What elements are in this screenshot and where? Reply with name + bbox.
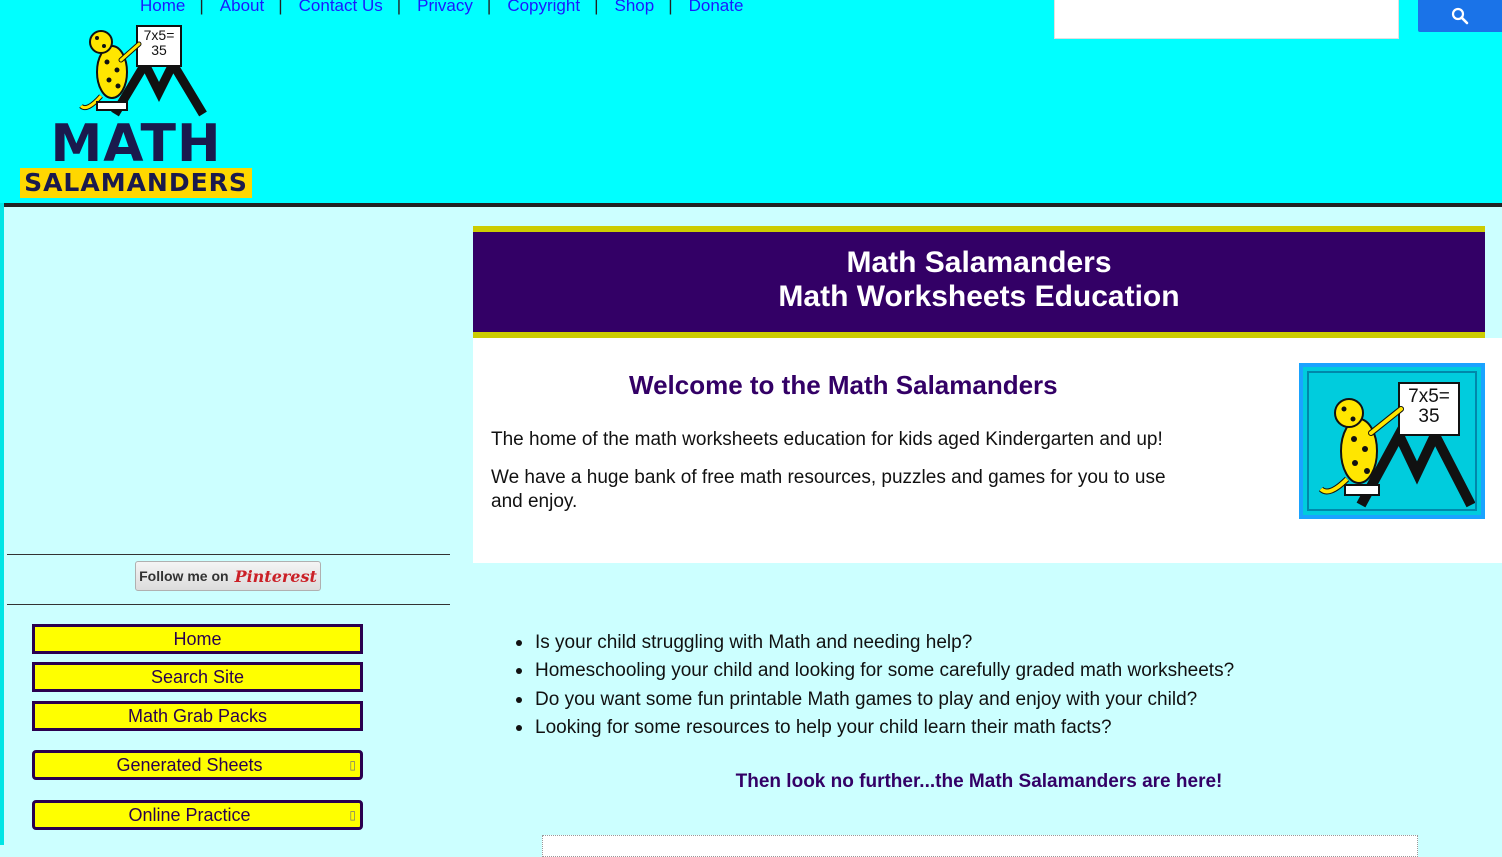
content-box bbox=[542, 835, 1418, 857]
image-board-text: 7x5= 35 bbox=[1408, 386, 1450, 427]
logo-title-salamanders: SALAMANDERS bbox=[20, 168, 252, 198]
list-item: Do you want some fun printable Math game… bbox=[515, 687, 1234, 715]
tagline: Then look no further...the Math Salamand… bbox=[735, 771, 1223, 792]
nav-link-copyright[interactable]: Copyright bbox=[507, 0, 580, 15]
nav-link-donate[interactable]: Donate bbox=[689, 0, 744, 15]
submenu-indicator-icon: ▯ bbox=[349, 808, 356, 822]
welcome-paragraph: We have a huge bank of free math resourc… bbox=[491, 467, 1166, 512]
nav-separator: | bbox=[594, 0, 599, 15]
pinterest-follow-button[interactable]: Follow me on Pinterest bbox=[135, 561, 321, 591]
logo-board-text: 7x5= 35 bbox=[143, 27, 175, 58]
nav-link-privacy[interactable]: Privacy bbox=[417, 0, 473, 15]
page-banner: Math Salamanders Math Worksheets Educati… bbox=[473, 226, 1485, 338]
list-item: Looking for some resources to help your … bbox=[515, 715, 1234, 743]
logo-title-math: MATH bbox=[50, 114, 222, 174]
banner-subtitle: Math Worksheets Education bbox=[778, 280, 1180, 313]
nav-separator: | bbox=[668, 0, 673, 15]
sidebar-item-online-practice[interactable]: Online Practice ▯ bbox=[32, 800, 363, 830]
nav-link-home[interactable]: Home bbox=[140, 0, 185, 15]
nav-link-contact-us[interactable]: Contact Us bbox=[299, 0, 383, 15]
pinterest-brand: Pinterest bbox=[234, 566, 317, 586]
site-header: Home | About | Contact Us | Privacy | Copyright |… bbox=[0, 0, 1502, 204]
nav-link-shop[interactable]: Shop bbox=[615, 0, 655, 15]
nav-separator: | bbox=[199, 0, 204, 15]
list-item: Homeschooling your child and looking for… bbox=[515, 658, 1234, 686]
top-nav: Home | About | Contact Us | Privacy | Copyright |… bbox=[140, 0, 743, 16]
sidebar-item-label: Online Practice bbox=[128, 805, 251, 825]
search-button[interactable] bbox=[1418, 0, 1502, 32]
banner-title: Math Salamanders bbox=[846, 246, 1112, 279]
salamander-image: 7x5= 35 bbox=[1299, 363, 1485, 519]
welcome-heading: Welcome to the Math Salamanders bbox=[629, 370, 1058, 400]
welcome-section: Welcome to the Math Salamanders The home… bbox=[473, 338, 1502, 563]
sidebar-item-search-site[interactable]: Search Site bbox=[32, 662, 363, 692]
list-item: Is your child struggling with Math and n… bbox=[515, 630, 1234, 658]
sidebar-item-label: Home bbox=[173, 629, 222, 649]
submenu-indicator-icon: ▯ bbox=[349, 758, 356, 772]
sidebar-item-label: Search Site bbox=[150, 667, 245, 687]
pinterest-label: Follow me on bbox=[139, 568, 229, 584]
nav-link-about[interactable]: About bbox=[220, 0, 264, 15]
sidebar-item-label: Math Grab Packs bbox=[127, 706, 268, 726]
question-list: Is your child struggling with Math and n… bbox=[515, 630, 1234, 743]
sidebar-item-generated-sheets[interactable]: Generated Sheets ▯ bbox=[32, 750, 363, 780]
site-logo[interactable]: 7x5= 35 MATH SALAMANDERS bbox=[17, 22, 255, 204]
nav-separator: | bbox=[486, 0, 492, 15]
search-icon bbox=[1451, 7, 1469, 25]
search-input[interactable] bbox=[1054, 0, 1399, 39]
nav-separator: | bbox=[278, 0, 283, 15]
sidebar-divider bbox=[7, 604, 450, 605]
nav-separator: | bbox=[396, 0, 402, 15]
sidebar-item-label: Generated Sheets bbox=[116, 755, 263, 775]
sidebar-divider bbox=[7, 554, 450, 555]
sidebar-item-math-grab-packs[interactable]: Math Grab Packs bbox=[32, 701, 363, 731]
sidebar-item-home[interactable]: Home bbox=[32, 624, 363, 654]
welcome-paragraph: The home of the math worksheets educatio… bbox=[491, 429, 1163, 450]
header-divider bbox=[4, 203, 1502, 207]
